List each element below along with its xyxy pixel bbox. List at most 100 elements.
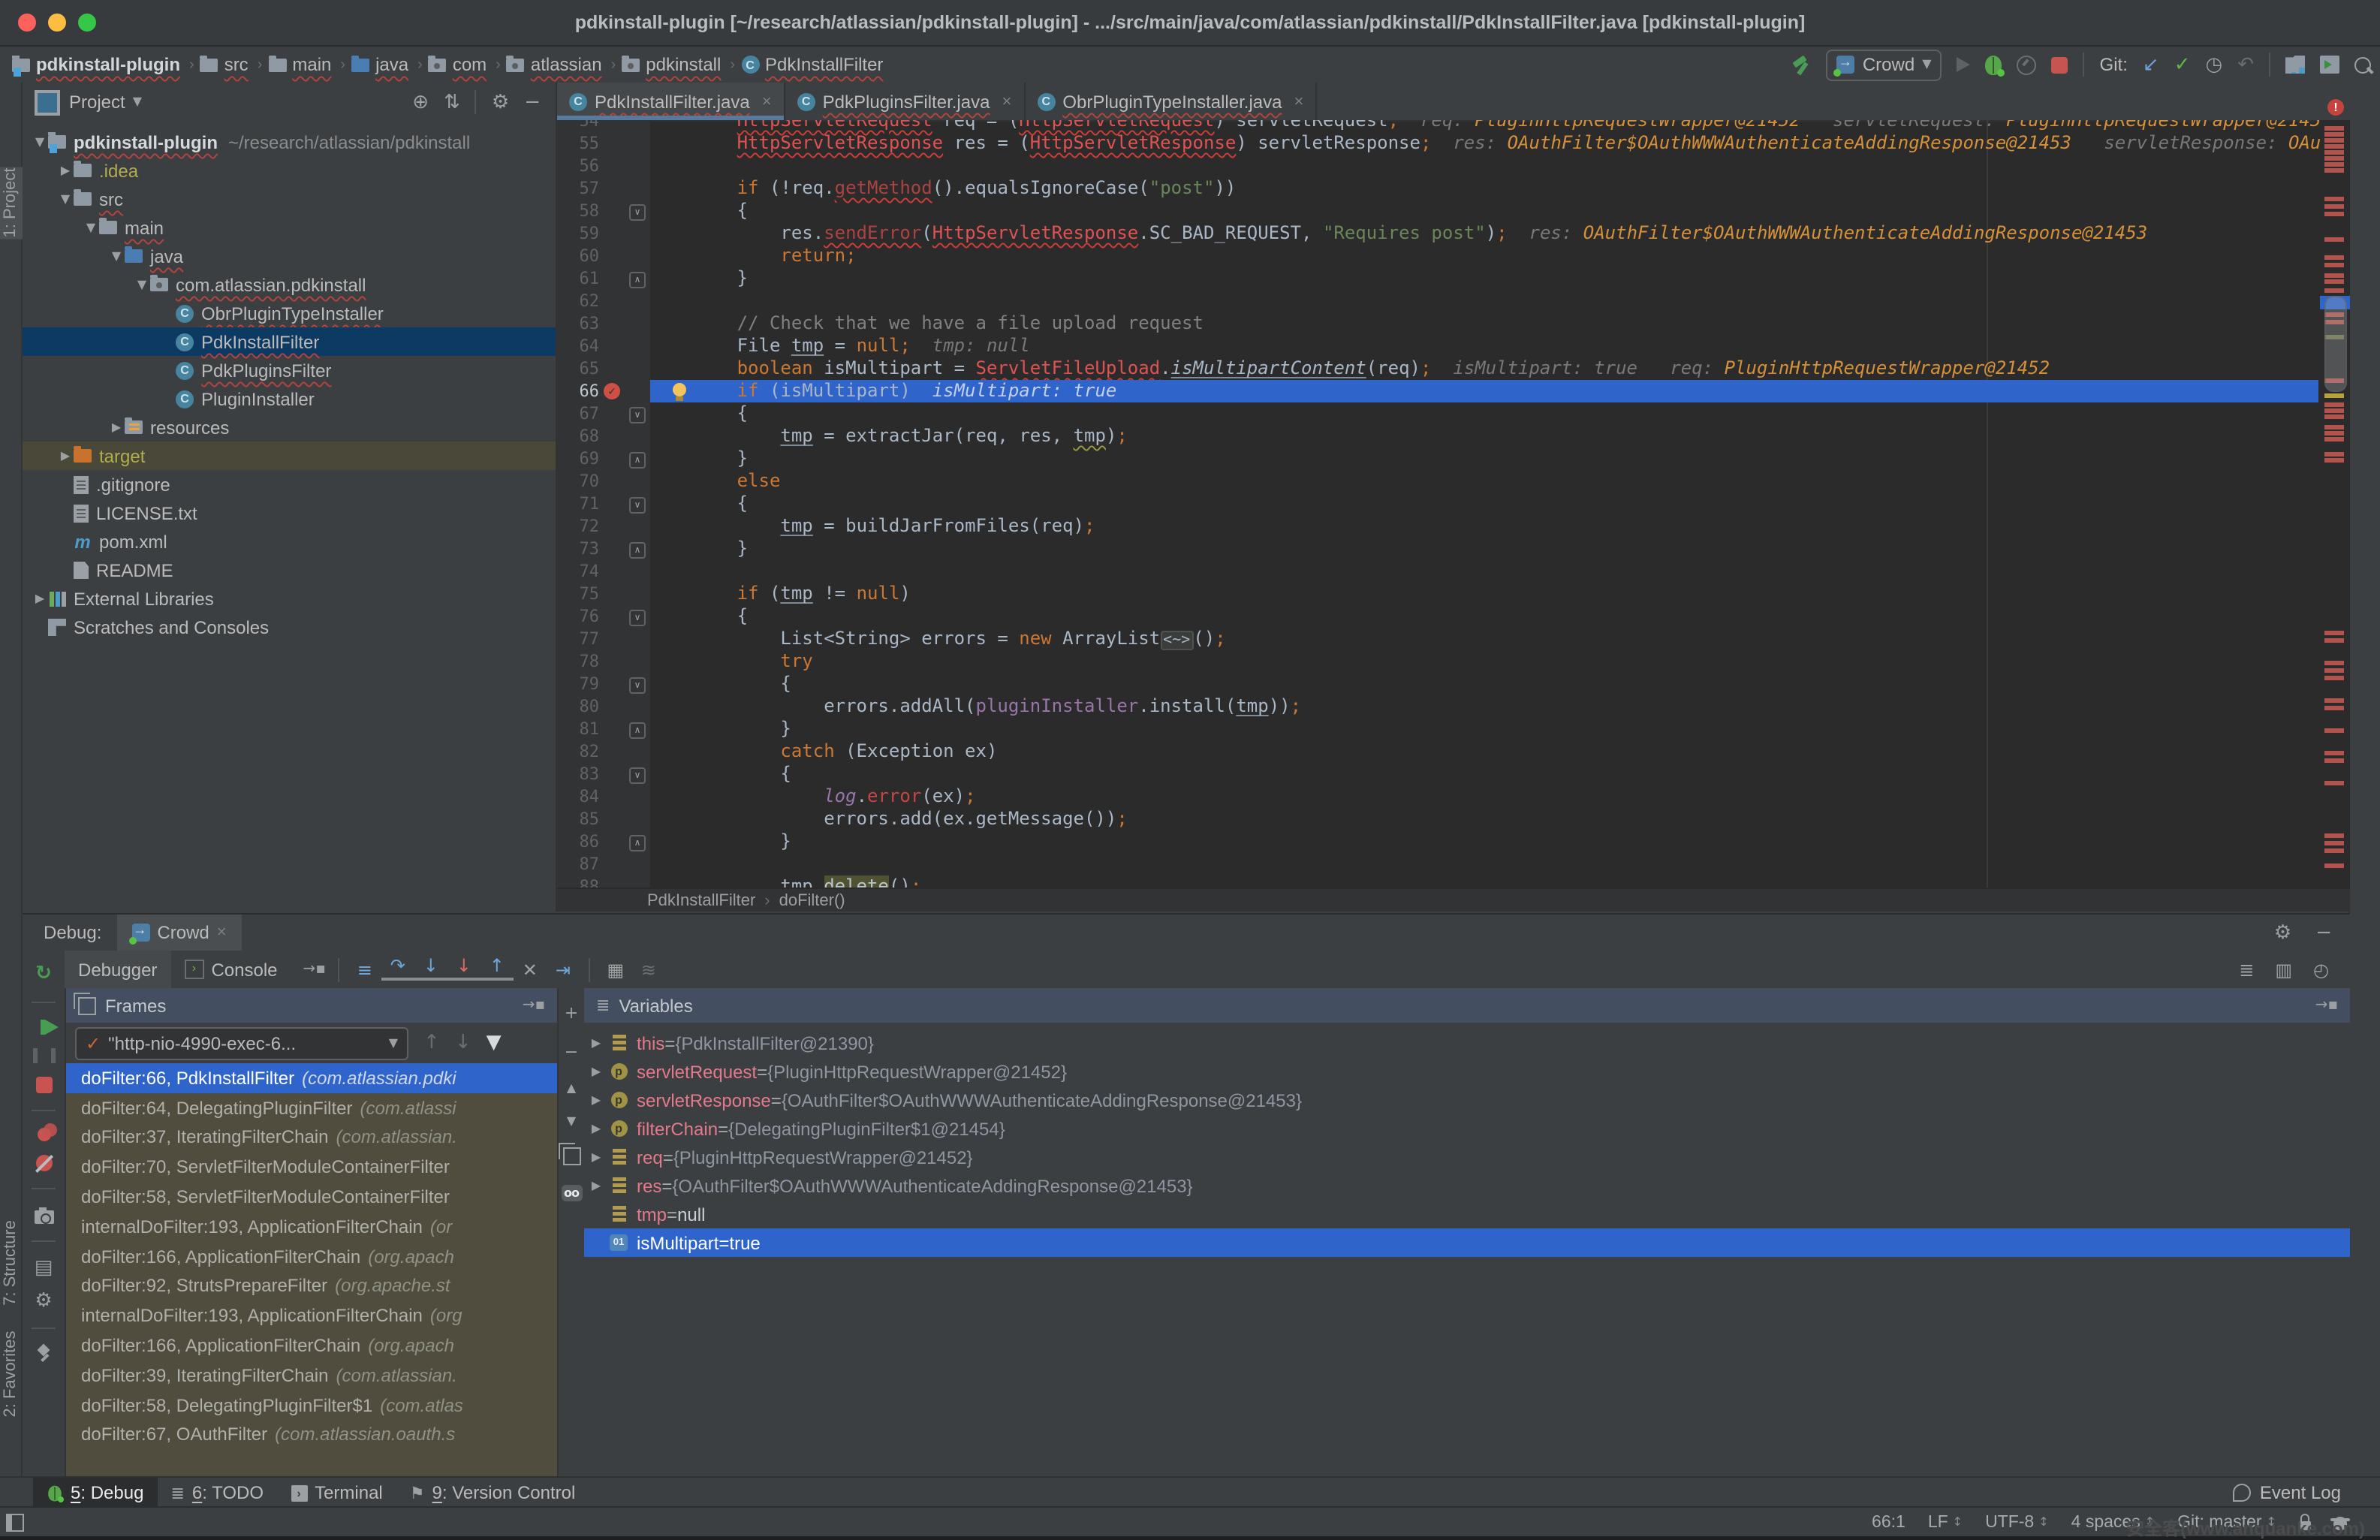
scrollbar-thumb[interactable] bbox=[2324, 296, 2347, 392]
tree-collapsed-arrow-icon[interactable]: ▶ bbox=[108, 420, 125, 434]
gutter[interactable]: 55 bbox=[557, 132, 650, 155]
expand-arrow-icon[interactable]: ▶ bbox=[584, 1150, 608, 1164]
error-stripe-mark[interactable] bbox=[2324, 414, 2344, 418]
gutter[interactable]: 75 bbox=[557, 583, 650, 605]
gutter[interactable]: 68 bbox=[557, 425, 650, 448]
debugger-settings-icon[interactable]: ⚙ bbox=[35, 1291, 52, 1311]
editor-tab-pdkpluginsfilter-java[interactable]: CPdkPluginsFilter.java× bbox=[785, 83, 1026, 120]
error-stripe-mark[interactable] bbox=[2324, 126, 2344, 130]
breadcrumb-method[interactable]: doFilter() bbox=[779, 891, 845, 909]
variable-row-tmp[interactable]: tmp = null bbox=[584, 1200, 2350, 1228]
gutter[interactable]: 67∨ bbox=[557, 402, 650, 425]
gutter[interactable]: 74 bbox=[557, 560, 650, 583]
tree-item-plugininstaller[interactable]: CPluginInstaller bbox=[23, 384, 556, 413]
error-stripe-mark[interactable] bbox=[2324, 841, 2344, 845]
gutter[interactable]: 60 bbox=[557, 245, 650, 267]
stack-frame[interactable]: doFilter:67, OAuthFilter(com.atlassian.o… bbox=[66, 1420, 557, 1450]
toolwindow-button-terminal[interactable]: ›Terminal bbox=[277, 1478, 396, 1508]
error-stripe-mark[interactable] bbox=[2324, 204, 2344, 208]
error-stripe-mark[interactable] bbox=[2324, 833, 2344, 837]
frame-down-icon[interactable]: ↓ bbox=[455, 1033, 471, 1053]
gutter[interactable]: 71∨ bbox=[557, 493, 650, 515]
highlighting-level-icon[interactable] bbox=[2333, 1517, 2347, 1530]
close-tab-icon[interactable]: × bbox=[762, 92, 772, 110]
stack-frame[interactable]: doFilter:166, ApplicationFilterChain(org… bbox=[66, 1242, 557, 1272]
error-stripe-mark[interactable] bbox=[2324, 452, 2344, 456]
collapse-all-icon[interactable]: ⇅ bbox=[444, 92, 460, 112]
variable-row-servletrequest[interactable]: ▶pservletRequest = {PluginHttpRequestWra… bbox=[584, 1057, 2350, 1086]
code-line-66[interactable]: 66✓ if (isMultipart) isMultipart: true bbox=[557, 380, 2350, 402]
fold-marker-icon[interactable]: ∨ bbox=[629, 204, 646, 221]
tree-expanded-arrow-icon[interactable]: ▼ bbox=[134, 278, 150, 291]
breadcrumb-item-pdkinstall[interactable]: pdkinstall bbox=[622, 54, 721, 75]
pause-program-icon[interactable] bbox=[32, 1048, 55, 1063]
stack-frame[interactable]: doFilter:166, ApplicationFilterChain(org… bbox=[66, 1331, 557, 1361]
error-stripe-mark[interactable] bbox=[2324, 255, 2344, 259]
stop-process-icon[interactable] bbox=[35, 1077, 52, 1093]
revert-icon[interactable]: ↶ bbox=[2237, 55, 2254, 74]
stop-button-icon[interactable] bbox=[2052, 56, 2068, 73]
breadcrumb-item-com[interactable]: com bbox=[429, 54, 487, 75]
show-execution-point-icon[interactable]: ≡ bbox=[348, 959, 381, 980]
variable-row-ismultipart[interactable]: 01isMultipart = true bbox=[584, 1228, 2350, 1257]
gutter[interactable]: 80 bbox=[557, 695, 650, 718]
drop-frame-icon[interactable]: ✕ bbox=[514, 959, 547, 980]
error-stripe-mark[interactable] bbox=[2324, 132, 2344, 136]
gutter[interactable]: 70 bbox=[557, 470, 650, 493]
move-watch-up-icon[interactable]: ▲ bbox=[567, 1081, 576, 1095]
code-line-64[interactable]: 64 File tmp = null; tmp: null bbox=[557, 335, 2350, 357]
code-line-83[interactable]: 83∨ { bbox=[557, 763, 2350, 785]
hide-toolwindow-icon[interactable]: − bbox=[524, 92, 541, 112]
code-line-76[interactable]: 76∨ { bbox=[557, 605, 2350, 628]
editor-tab-pdkinstallfilter-java[interactable]: CPdkInstallFilter.java× bbox=[557, 83, 785, 120]
variable-row-req[interactable]: ▶req = {PluginHttpRequestWrapper@21452} bbox=[584, 1143, 2350, 1171]
stack-frame[interactable]: internalDoFilter:193, ApplicationFilterC… bbox=[66, 1212, 557, 1242]
gutter[interactable]: 83∨ bbox=[557, 763, 650, 785]
add-watch-icon[interactable]: + bbox=[565, 1003, 578, 1023]
error-stripe-mark[interactable] bbox=[2324, 156, 2344, 160]
stack-frame[interactable]: doFilter:70, ServletFilterModuleContaine… bbox=[66, 1153, 557, 1183]
code-line-56[interactable]: 56 bbox=[557, 155, 2350, 177]
fold-marker-icon[interactable]: ∧ bbox=[629, 722, 646, 739]
event-log-button[interactable]: Event Log bbox=[2233, 1482, 2341, 1503]
debugger-tab-debugger[interactable]: Debugger bbox=[65, 951, 170, 988]
error-stripe-mark[interactable] bbox=[2324, 706, 2344, 710]
error-stripe-mark[interactable] bbox=[2324, 402, 2344, 406]
error-stripe-mark[interactable] bbox=[2324, 197, 2344, 200]
gutter[interactable]: 64 bbox=[557, 335, 650, 357]
code-line-85[interactable]: 85 errors.add(ex.getMessage()); bbox=[557, 808, 2350, 830]
hide-toolwindow-icon[interactable]: − bbox=[2315, 923, 2332, 942]
gutter[interactable]: 66✓ bbox=[557, 380, 650, 402]
error-stripe-mark[interactable] bbox=[2324, 263, 2344, 267]
tree-item-pdkinstall-plugin[interactable]: ▼pdkinstall-plugin~/research/atlassian/p… bbox=[23, 128, 556, 156]
code-line-54[interactable]: 54 HttpServletRequest req = (HttpServlet… bbox=[557, 120, 2350, 132]
code-line-81[interactable]: 81∧ } bbox=[557, 718, 2350, 740]
code-line-86[interactable]: 86∧ } bbox=[557, 830, 2350, 853]
mute-breakpoints-icon[interactable] bbox=[35, 1155, 52, 1171]
variable-row-servletresponse[interactable]: ▶pservletResponse = {OAuthFilter$OAuthWW… bbox=[584, 1086, 2350, 1114]
git-update-icon[interactable]: ↙ bbox=[2143, 55, 2159, 74]
gutter[interactable]: 57 bbox=[557, 177, 650, 200]
history-clock-icon[interactable]: ◷ bbox=[2206, 55, 2223, 74]
git-branch-widget[interactable]: Git: master↕ bbox=[2177, 1513, 2276, 1531]
gutter[interactable]: 87 bbox=[557, 853, 650, 875]
expand-arrow-icon[interactable]: ▶ bbox=[584, 1093, 608, 1107]
gear-icon[interactable]: ⚙ bbox=[492, 92, 509, 112]
breadcrumb-item-pdkinstallfilter[interactable]: CPdkInstallFilter bbox=[741, 54, 883, 75]
error-stripe-mark[interactable] bbox=[2324, 237, 2344, 241]
threads-view-icon[interactable]: ≣ bbox=[2239, 959, 2254, 980]
error-stripe-mark[interactable] bbox=[2324, 728, 2344, 732]
stack-frame[interactable]: doFilter:66, PdkInstallFilter(com.atlass… bbox=[66, 1063, 557, 1093]
fold-marker-icon[interactable]: ∧ bbox=[629, 272, 646, 288]
code-line-62[interactable]: 62 bbox=[557, 290, 2350, 312]
tree-item-license-txt[interactable]: LICENSE.txt bbox=[23, 499, 556, 527]
code-line-80[interactable]: 80 errors.addAll(pluginInstaller.install… bbox=[557, 695, 2350, 718]
tree-item-resources[interactable]: ▶resources bbox=[23, 413, 556, 442]
tree-item-main[interactable]: ▼main bbox=[23, 213, 556, 242]
gutter[interactable]: 72 bbox=[557, 515, 650, 538]
breakpoint-icon[interactable]: ✓ bbox=[604, 383, 620, 399]
error-stripe-mark[interactable] bbox=[2324, 408, 2344, 412]
error-stripe-mark[interactable] bbox=[2324, 273, 2344, 277]
stripe-button-7-structure[interactable]: 7: Structure bbox=[2, 1220, 20, 1306]
gutter[interactable]: 56 bbox=[557, 155, 650, 177]
